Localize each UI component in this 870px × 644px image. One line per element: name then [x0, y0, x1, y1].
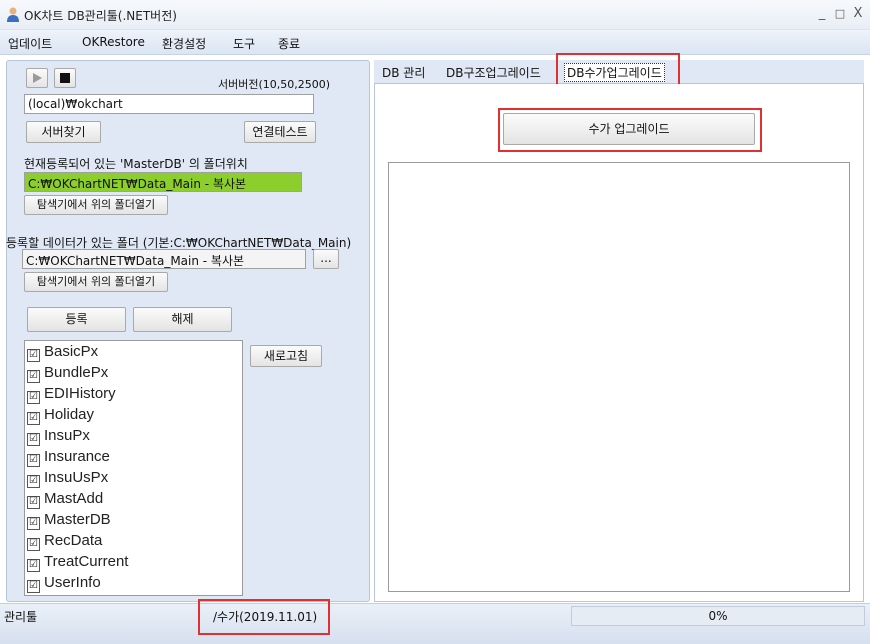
play-button[interactable] — [26, 68, 48, 88]
checkbox[interactable]: ☑ — [27, 349, 40, 362]
progress-bar: 0% — [571, 606, 865, 626]
checkbox[interactable]: ☑ — [27, 496, 40, 509]
checkbox[interactable]: ☑ — [27, 475, 40, 488]
stop-icon — [60, 73, 70, 83]
log-textarea[interactable] — [388, 162, 850, 592]
stop-button[interactable] — [54, 68, 76, 88]
checkbox[interactable]: ☑ — [27, 370, 40, 383]
browse-button[interactable]: ... — [313, 249, 339, 269]
list-item[interactable]: ☑ MasterDB — [27, 511, 111, 532]
list-item[interactable]: ☑ InsuPx — [27, 427, 90, 448]
title-bar: OK차트 DB관리툴(.NET버전) _ □ X — [0, 0, 870, 30]
menu-bar: 업데이트 OKRestore 환경설정 도구 종료 — [0, 30, 870, 55]
test-connection-button[interactable]: 연결테스트 — [244, 121, 316, 143]
checkbox[interactable]: ☑ — [27, 580, 40, 593]
menu-okrestore[interactable]: OKRestore — [82, 35, 145, 49]
unregister-button[interactable]: 해제 — [133, 307, 232, 332]
list-item[interactable]: ☑ MastAdd — [27, 490, 103, 511]
master-db-label: 현재등록되어 있는 'MasterDB' 의 폴더위치 — [24, 157, 248, 171]
status-label: 관리툴 — [4, 610, 38, 624]
open-folder-button-2[interactable]: 탐색기에서 위의 폴더열기 — [24, 272, 168, 292]
menu-exit[interactable]: 종료 — [278, 35, 300, 52]
refresh-button[interactable]: 새로고침 — [250, 345, 322, 367]
minimize-button[interactable]: _ — [813, 5, 831, 23]
list-item[interactable]: ☑ TreatCurrent — [27, 553, 128, 574]
list-item[interactable]: ☑ EDIHistory — [27, 385, 116, 406]
menu-tools[interactable]: 도구 — [233, 35, 255, 52]
window-title: OK차트 DB관리툴(.NET버전) — [24, 9, 177, 23]
menu-update[interactable]: 업데이트 — [8, 35, 52, 52]
progress-text: 0% — [708, 609, 728, 623]
list-item[interactable]: ☑ UserInfo — [27, 574, 101, 595]
close-button[interactable]: X — [849, 5, 867, 23]
tab-db-manage[interactable]: DB 관리 — [382, 64, 425, 81]
server-name-input[interactable]: (local)₩okchart — [24, 94, 314, 114]
list-item[interactable]: ☑ BundlePx — [27, 364, 108, 385]
register-button[interactable]: 등록 — [27, 307, 126, 332]
checkbox[interactable]: ☑ — [27, 412, 40, 425]
checkbox[interactable]: ☑ — [27, 391, 40, 404]
menu-settings[interactable]: 환경설정 — [162, 35, 206, 52]
highlight-version — [198, 599, 330, 635]
app-icon — [6, 7, 20, 22]
database-checklist: ☑ BasicPx ☑ BundlePx ☑ EDIHistory ☑ Holiday … — [24, 340, 243, 596]
checkbox[interactable]: ☑ — [27, 454, 40, 467]
find-server-button[interactable]: 서버찾기 — [26, 121, 101, 143]
checkbox[interactable]: ☑ — [27, 538, 40, 551]
master-db-path: C:₩OKChartNET₩Data_Main - 복사본 — [24, 172, 302, 192]
list-item[interactable]: ☑ InsuUsPx — [27, 469, 108, 490]
maximize-button[interactable]: □ — [831, 5, 849, 23]
list-item[interactable]: ☑ RecData — [27, 532, 102, 553]
checkbox[interactable]: ☑ — [27, 517, 40, 530]
server-version: 서버버전(10,50,2500) — [218, 78, 331, 91]
play-icon — [33, 73, 42, 83]
list-item[interactable]: ☑ BasicPx — [27, 343, 98, 364]
checkbox[interactable]: ☑ — [27, 559, 40, 572]
list-item[interactable]: ☑ Holiday — [27, 406, 94, 427]
list-item[interactable]: ☑ Insurance — [27, 448, 110, 469]
open-folder-button[interactable]: 탐색기에서 위의 폴더열기 — [24, 195, 168, 215]
checkbox[interactable]: ☑ — [27, 433, 40, 446]
tab-db-structure-upgrade[interactable]: DB구조업그레이드 — [446, 64, 541, 81]
data-folder-input[interactable]: C:₩OKChartNET₩Data_Main - 복사본 — [22, 249, 306, 269]
highlight-upgrade-button — [498, 108, 762, 152]
